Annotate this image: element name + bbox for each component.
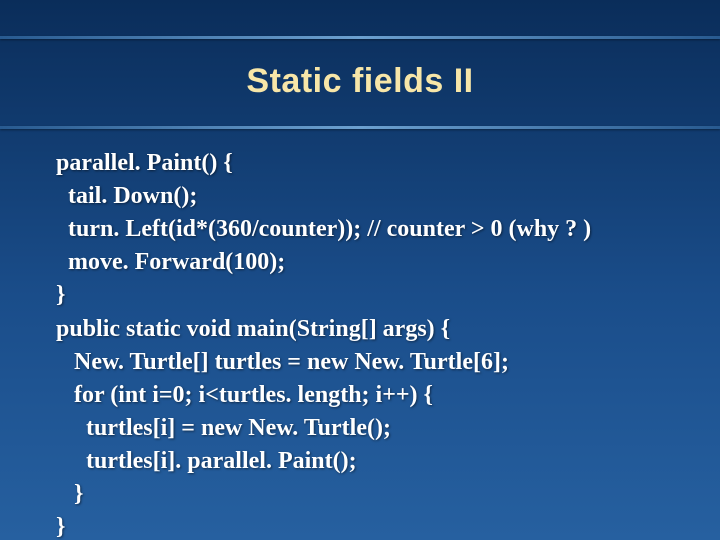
slide-container: Static fields II parallel. Paint() { tai… xyxy=(0,0,720,540)
divider-bottom xyxy=(0,126,720,129)
slide-body: parallel. Paint() { tail. Down(); turn. … xyxy=(0,119,720,540)
code-line: turtles[i]. parallel. Paint(); xyxy=(56,445,664,478)
code-line: parallel. Paint() { xyxy=(56,147,664,180)
code-line: public static void main(String[] args) { xyxy=(56,313,664,346)
code-line: tail. Down(); xyxy=(56,180,664,213)
code-line: } xyxy=(56,279,664,312)
code-line: move. Forward(100); xyxy=(56,246,664,279)
divider-top xyxy=(0,36,720,39)
code-line: for (int i=0; i<turtles. length; i++) { xyxy=(56,379,664,412)
slide-header: Static fields II xyxy=(0,0,720,119)
code-line: turtles[i] = new New. Turtle(); xyxy=(56,412,664,445)
code-line: } xyxy=(56,511,664,540)
code-line: } xyxy=(56,478,664,511)
slide-title: Static fields II xyxy=(246,62,473,100)
code-line: New. Turtle[] turtles = new New. Turtle[… xyxy=(56,346,664,379)
code-line: turn. Left(id*(360/counter)); // counter… xyxy=(56,213,664,246)
